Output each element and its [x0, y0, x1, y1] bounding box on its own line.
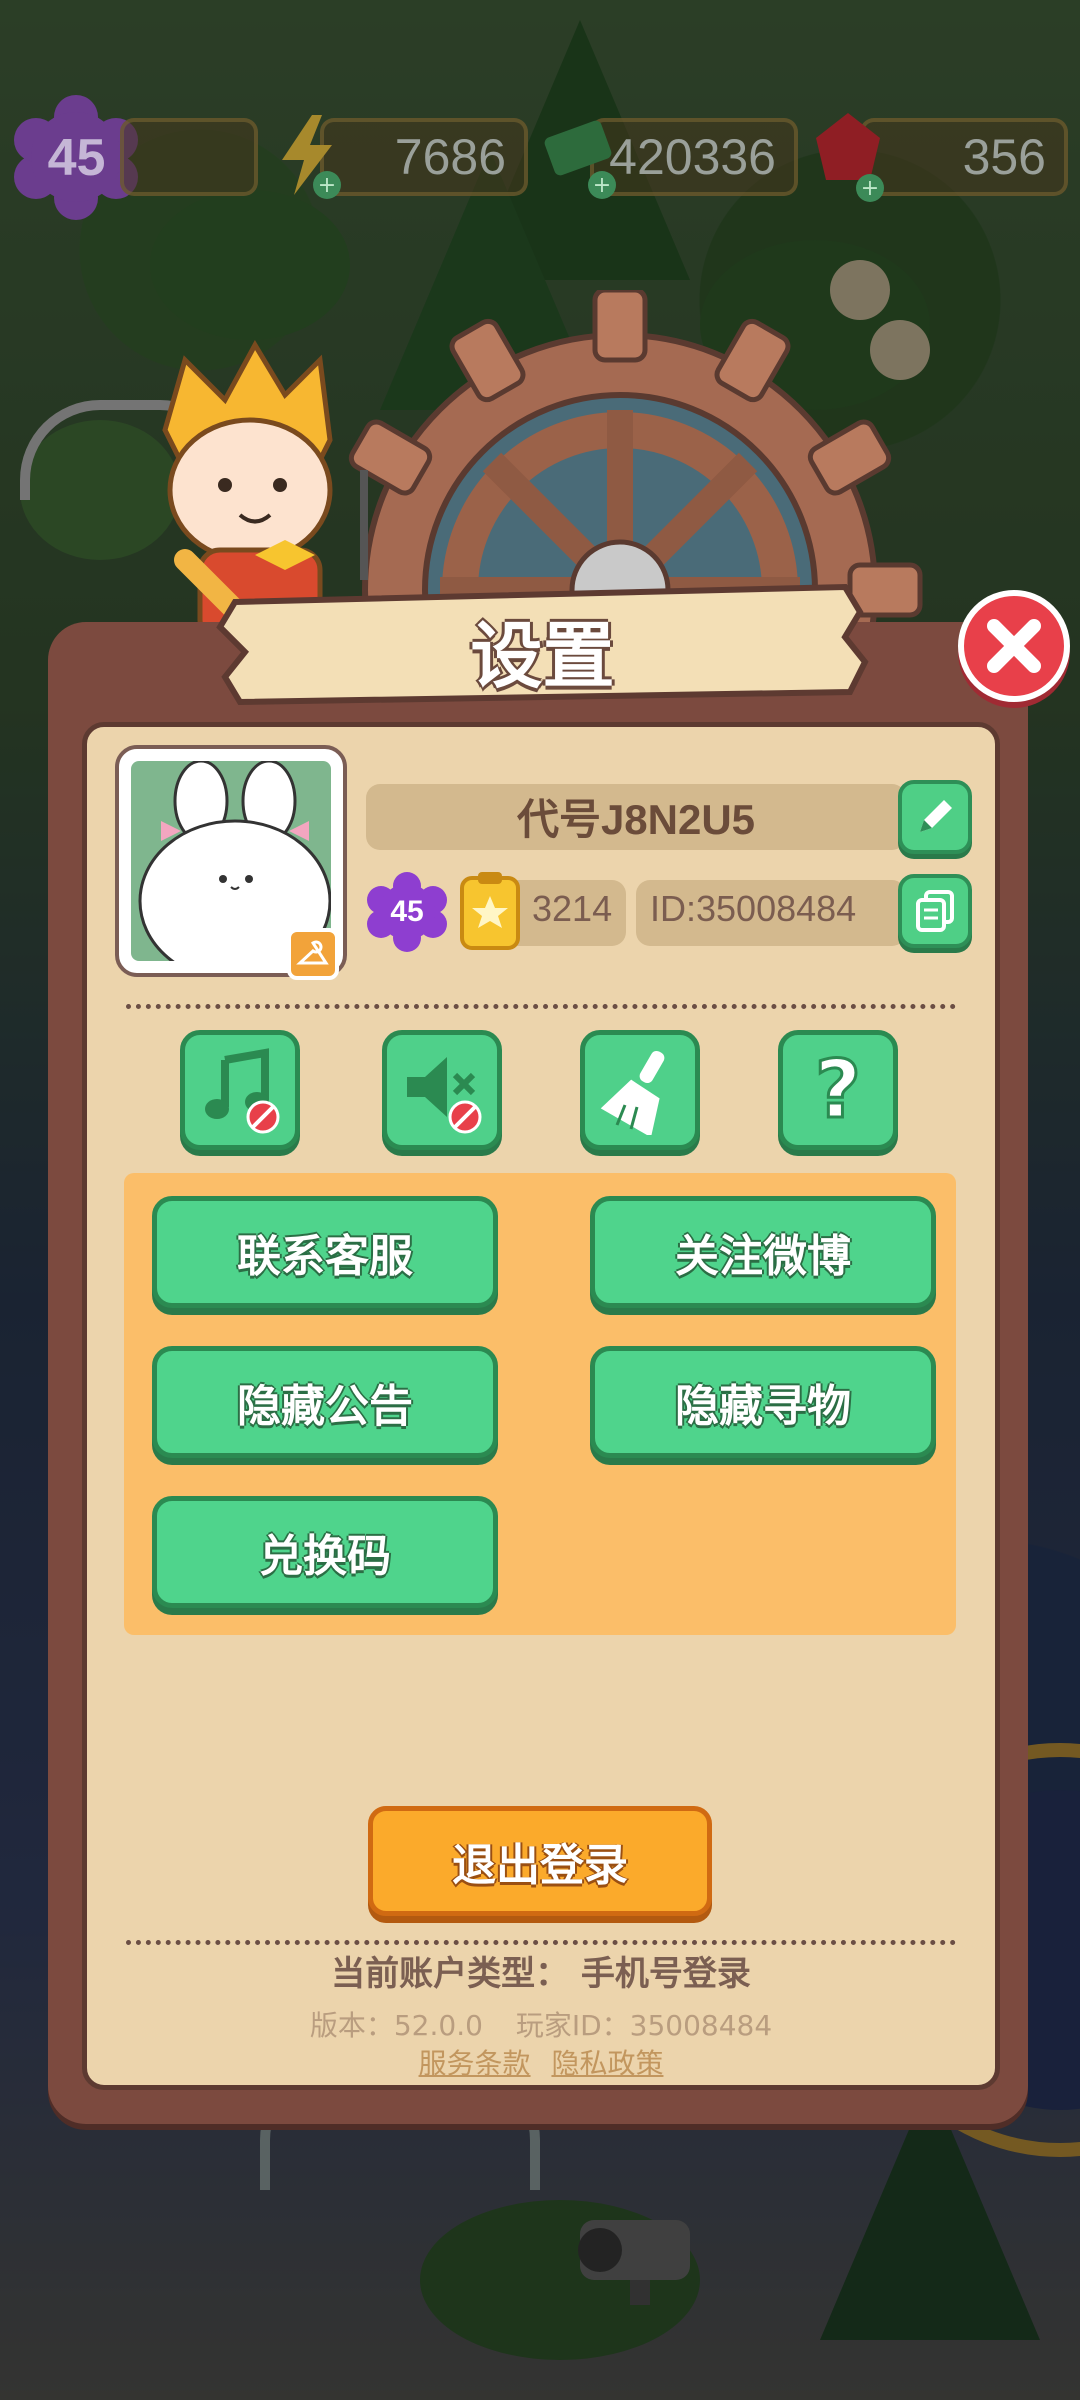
energy-counter[interactable]: 7686	[320, 118, 528, 196]
music-note-icon	[205, 1048, 280, 1134]
gem-counter[interactable]: 356	[860, 118, 1068, 196]
close-button[interactable]	[958, 590, 1070, 702]
xp-bar	[120, 118, 258, 196]
energy-value: 7686	[394, 129, 506, 185]
clear-cache-button[interactable]	[580, 1030, 700, 1150]
broom-icon	[600, 1050, 665, 1135]
hide-search-button[interactable]: 隐藏寻物	[590, 1346, 936, 1458]
divider	[126, 1004, 956, 1009]
lightning-icon: +	[282, 115, 341, 199]
player-id-text: ID:35008484	[650, 888, 857, 929]
svg-text:+: +	[861, 176, 879, 201]
hide-notice-button[interactable]: 隐藏公告	[152, 1346, 498, 1458]
profile-level-badge: 45	[367, 872, 447, 952]
pencil-icon	[920, 800, 952, 832]
divider	[126, 1940, 956, 1945]
svg-text:?: ?	[815, 1045, 861, 1135]
gem-value: 356	[962, 129, 1046, 185]
copy-id-button[interactable]	[898, 874, 972, 948]
version-text: 版本：52.0.0	[309, 2009, 483, 2042]
player-id-footer-text: 玩家ID：35008484	[515, 2009, 773, 2042]
hanger-icon	[296, 940, 329, 965]
terms-link[interactable]: 服务条款	[419, 2047, 531, 2080]
profile-level-text: 45	[390, 895, 424, 928]
question-icon: ?	[813, 1045, 862, 1135]
stars-value: 3214	[532, 888, 613, 929]
cash-icon: +	[544, 120, 616, 199]
change-outfit-button[interactable]	[287, 928, 339, 980]
contact-service-button[interactable]: 联系客服	[152, 1196, 498, 1308]
nickname-text: 代号J8N2U5	[516, 796, 756, 843]
legal-links: 服务条款 隐私政策	[82, 2042, 1000, 2082]
redeem-code-button[interactable]: 兑换码	[152, 1496, 498, 1608]
clipboard-star-icon	[460, 872, 520, 950]
ruby-gem-icon: +	[816, 113, 884, 202]
svg-text:+: +	[318, 173, 336, 198]
cash-value: 420336	[609, 129, 776, 185]
account-type-text: 当前账户类型： 手机号登录	[331, 1954, 751, 1994]
sound-off-button[interactable]	[382, 1030, 502, 1150]
copy-icon	[916, 890, 954, 932]
dialog-title: 设置	[470, 614, 615, 698]
edit-name-button[interactable]	[898, 780, 972, 854]
help-button[interactable]: ?	[778, 1030, 898, 1150]
speaker-mute-icon	[407, 1057, 482, 1134]
svg-text:+: +	[593, 173, 611, 198]
privacy-link[interactable]: 隐私政策	[551, 2047, 663, 2080]
logout-button[interactable]: 退出登录	[368, 1806, 712, 1916]
close-icon	[987, 619, 1041, 673]
cash-counter[interactable]: 420336	[590, 118, 798, 196]
music-off-button[interactable]	[180, 1030, 300, 1150]
version-row: 版本：52.0.0 玩家ID：35008484	[82, 2004, 1000, 2044]
follow-weibo-button[interactable]: 关注微博	[590, 1196, 936, 1308]
